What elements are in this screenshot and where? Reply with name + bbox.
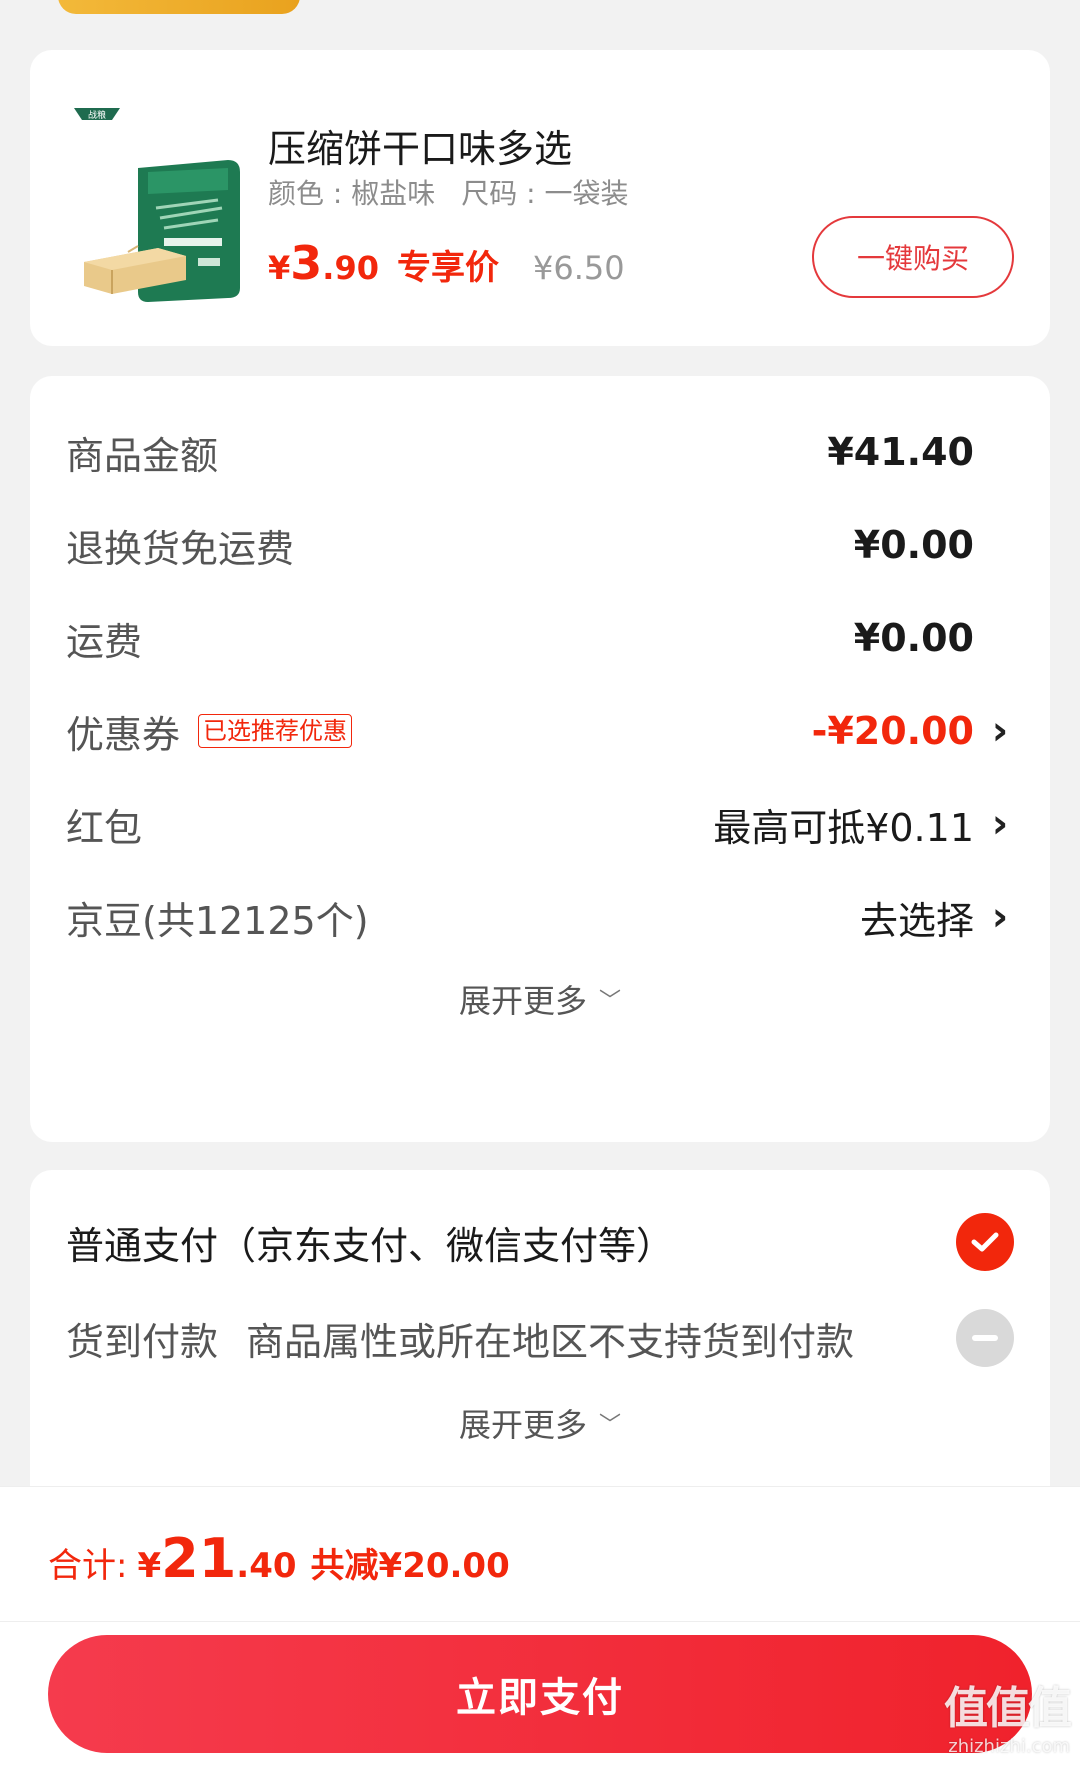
shipping-label: 运费 — [66, 619, 143, 664]
cod-unavailable-note: 商品属性或所在地区不支持货到付款 — [246, 1319, 855, 1364]
coupon-label: 优惠券 — [66, 712, 181, 757]
divider — [0, 1621, 1080, 1622]
total-saved: 共减¥20.00 — [310, 1546, 510, 1586]
goods-amount-row: 商品金额 ¥41.40 — [66, 422, 1010, 482]
chevron-down-icon: ﹀ — [599, 1413, 622, 1438]
coupon-value: -¥20.00 — [811, 709, 974, 753]
product-thumbnail[interactable]: 战粮 — [68, 98, 268, 312]
checkout-bar: 合计: ¥21.40 共减¥20.00 立即支付 值值值 zhizhizhi.c… — [0, 1486, 1080, 1765]
order-total: 合计: ¥21.40 共减¥20.00 — [48, 1527, 510, 1590]
svg-text:战粮: 战粮 — [88, 109, 106, 121]
return-shipping-label: 退换货免运费 — [66, 526, 295, 571]
goods-amount-value: ¥41.40 — [827, 430, 974, 474]
watermark-logo: 值值值 — [944, 1683, 1072, 1734]
chevron-right-icon[interactable]: › — [990, 894, 1010, 940]
fees-expand-more[interactable]: 展开更多 ﹀ — [30, 976, 1050, 1022]
payment-expand-more[interactable]: 展开更多 ﹀ — [30, 1400, 1050, 1446]
chevron-right-icon[interactable]: › — [990, 708, 1010, 754]
product-card: 战粮 压缩饼干口味多选 颜色 : 椒盐味 尺码 : 一袋装 ¥3.90 专享价 ¥… — [30, 50, 1050, 346]
normal-payment-label: 普通支付（京东支付、微信支付等） — [66, 1223, 675, 1268]
expand-more-label: 展开更多 — [458, 1406, 587, 1444]
jd-beans-row[interactable]: 京豆(共12125个) 去选择 › — [66, 887, 1010, 947]
checked-icon[interactable] — [956, 1213, 1014, 1271]
pay-now-button[interactable]: 立即支付 — [48, 1635, 1032, 1753]
order-fee-card: 商品金额 ¥41.40 退换货免运费 ¥0.00 运费 ¥0.00 优惠券 已选… — [30, 376, 1050, 1142]
coupon-row[interactable]: 优惠券 已选推荐优惠 -¥20.00 › — [66, 701, 1010, 761]
normal-payment-option[interactable]: 普通支付（京东支付、微信支付等） — [66, 1210, 1014, 1274]
red-packet-label: 红包 — [66, 805, 143, 850]
top-banner-edge — [58, 0, 300, 14]
chevron-down-icon: ﹀ — [599, 989, 622, 1014]
jd-beans-label: 京豆(共12125个) — [66, 898, 369, 943]
cod-payment-option: 货到付款 商品属性或所在地区不支持货到付款 — [66, 1306, 1014, 1370]
watermark: 值值值 zhizhizhi.com — [944, 1672, 1072, 1757]
total-amount: 21 — [161, 1527, 237, 1590]
price-row: ¥3.90 专享价 ¥6.50 — [268, 236, 625, 290]
size-spec: 尺码 : 一袋装 — [461, 177, 629, 210]
expand-more-label: 展开更多 — [458, 982, 587, 1020]
brand-logo: 战粮 — [74, 108, 120, 121]
red-packet-row[interactable]: 红包 最高可抵¥0.11 › — [66, 794, 1010, 854]
cod-label: 货到付款 — [66, 1319, 219, 1364]
return-shipping-row: 退换货免运费 ¥0.00 — [66, 515, 1010, 575]
color-spec: 颜色 : 椒盐味 — [268, 177, 436, 210]
disabled-icon — [956, 1309, 1014, 1367]
recommended-coupon-badge: 已选推荐优惠 — [198, 714, 353, 748]
total-label: 合计: — [48, 1546, 128, 1586]
product-spec: 颜色 : 椒盐味 尺码 : 一袋装 — [268, 172, 629, 212]
watermark-url: zhizhizhi.com — [948, 1736, 1070, 1757]
red-packet-value: 最高可抵¥0.11 — [713, 805, 974, 850]
exclusive-price: ¥3.90 — [268, 236, 379, 290]
original-price: ¥6.50 — [532, 249, 625, 287]
jd-beans-value: 去选择 — [859, 898, 974, 943]
shipping-row: 运费 ¥0.00 — [66, 608, 1010, 668]
shipping-value: ¥0.00 — [853, 616, 974, 660]
goods-amount-label: 商品金额 — [66, 433, 219, 478]
one-click-buy-button[interactable]: 一键购买 — [812, 216, 1014, 298]
product-title[interactable]: 压缩饼干口味多选 — [268, 118, 572, 173]
return-shipping-value: ¥0.00 — [853, 523, 974, 567]
exclusive-price-tag: 专享价 — [396, 248, 499, 288]
chevron-right-icon[interactable]: › — [990, 801, 1010, 847]
